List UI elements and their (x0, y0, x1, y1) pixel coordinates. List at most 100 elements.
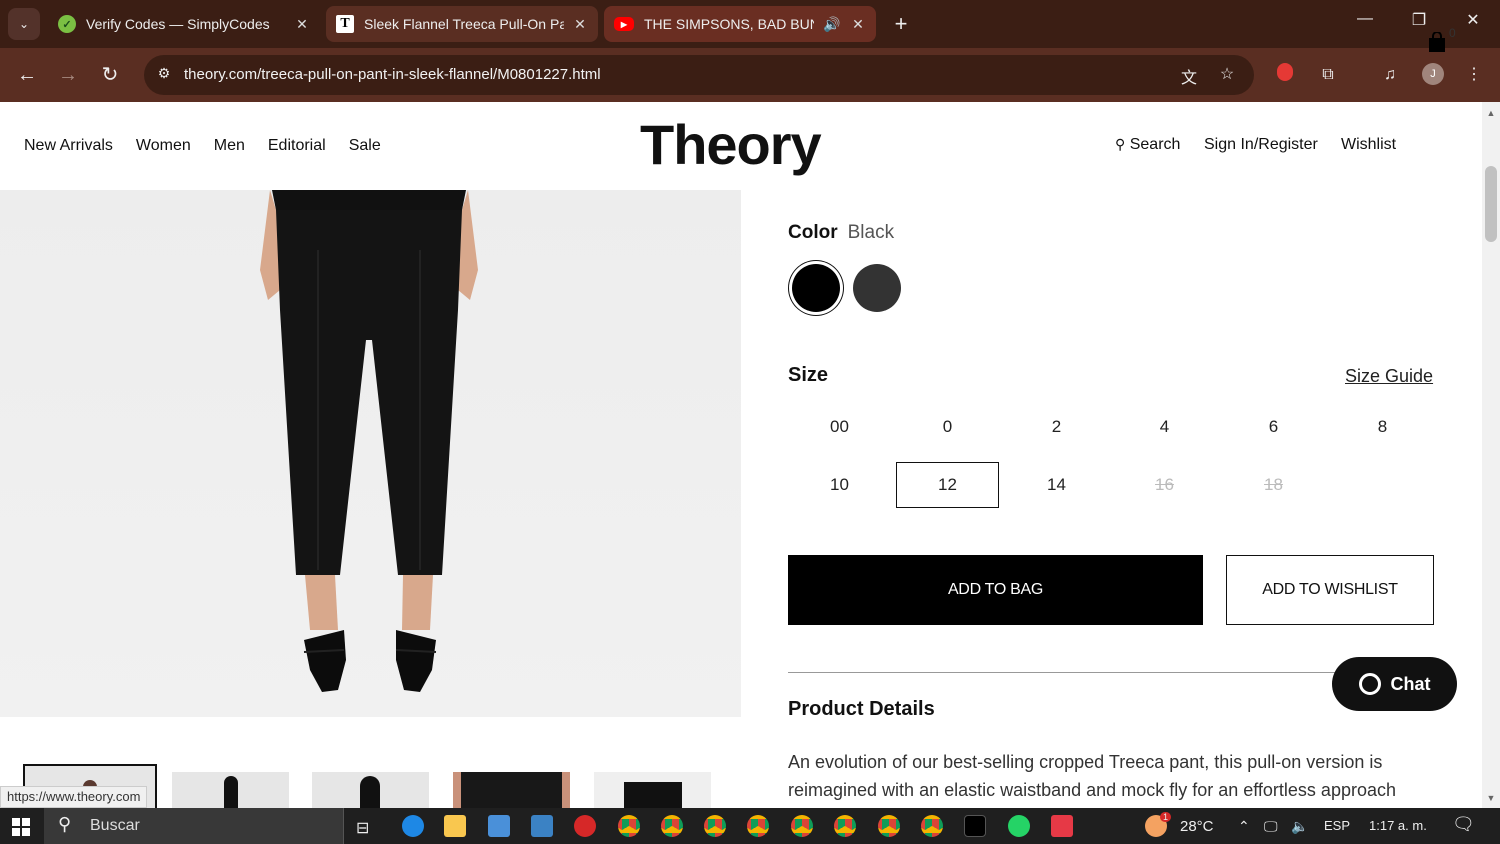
windows-start-icon[interactable] (12, 818, 30, 836)
restore-button[interactable]: ❐ (1404, 10, 1434, 30)
chrome-icon[interactable] (704, 815, 726, 837)
nav-women[interactable]: Women (136, 137, 191, 155)
scrollbar-thumb[interactable] (1485, 166, 1497, 242)
tiktok-icon[interactable] (964, 815, 986, 837)
size-option-18-unavailable[interactable]: 18 (1222, 462, 1325, 508)
thumbnail-5[interactable] (594, 772, 711, 810)
size-option-16-unavailable[interactable]: 16 (1113, 462, 1216, 508)
chat-button[interactable]: Chat (1332, 657, 1457, 711)
chrome-icon[interactable] (921, 815, 943, 837)
size-option-12-selected[interactable]: 12 (896, 462, 999, 508)
size-label: Size (788, 364, 829, 386)
chat-label: Chat (1390, 673, 1431, 694)
product-details-heading[interactable]: Product Details (788, 698, 935, 721)
close-icon[interactable]: ✕ (572, 16, 588, 33)
file-explorer-icon[interactable] (444, 815, 466, 837)
media-control-icon[interactable]: ♫ (1378, 63, 1402, 87)
back-button[interactable]: ← (14, 62, 40, 88)
speaker-icon[interactable]: 🔊 (822, 16, 842, 33)
chrome-icon[interactable] (747, 815, 769, 837)
size-option-6[interactable]: 6 (1222, 404, 1325, 450)
tab-theory[interactable]: T Sleek Flannel Treeca Pull-On Pa ✕ (326, 6, 598, 42)
thumbnail-3[interactable] (312, 772, 429, 810)
size-option-4[interactable]: 4 (1113, 404, 1216, 450)
task-view-icon[interactable]: ⊟ (356, 818, 369, 838)
whatsapp-icon[interactable] (1008, 815, 1030, 837)
edge-icon[interactable] (402, 815, 424, 837)
windows-taskbar: ⚲ Buscar ⊟ 1 28°C ⌃ 🖵 🔈 ESP 1:17 a. m. 🗨 (0, 808, 1500, 844)
taskbar-search-placeholder: Buscar (90, 817, 140, 834)
minimize-button[interactable]: — (1350, 10, 1380, 28)
extension-shield-icon[interactable] (1273, 63, 1297, 87)
model-pants-image (260, 190, 478, 692)
taskbar-search[interactable]: ⚲ Buscar (44, 808, 344, 844)
tab-title: Verify Codes — SimplyCodes (86, 16, 270, 32)
more-menu-icon[interactable]: ⋮ (1462, 63, 1486, 87)
translate-icon[interactable]: 文 (1178, 64, 1200, 87)
microsoft-store-icon[interactable] (488, 815, 510, 837)
add-to-bag-button[interactable]: ADD TO BAG (788, 555, 1203, 625)
color-label: Color (788, 222, 838, 243)
nav-new-arrivals[interactable]: New Arrivals (24, 137, 113, 155)
extensions-puzzle-icon[interactable]: ⧉ (1316, 63, 1340, 87)
forward-button[interactable]: → (55, 62, 81, 88)
notifications-icon[interactable]: 🗨 (1452, 814, 1475, 835)
bookmark-star-icon[interactable]: ☆ (1216, 64, 1238, 86)
site-logo[interactable]: Theory (640, 112, 822, 177)
product-details-text: An evolution of our best-selling cropped… (788, 752, 1396, 800)
chat-bubble-icon (1358, 673, 1381, 695)
size-option-14[interactable]: 14 (1005, 462, 1108, 508)
scroll-up-arrow-icon[interactable]: ▲ (1486, 108, 1496, 118)
size-option-8[interactable]: 8 (1331, 404, 1434, 450)
volume-icon[interactable]: 🔈 (1291, 818, 1308, 835)
mail-icon[interactable] (531, 815, 553, 837)
close-icon[interactable]: ✕ (850, 16, 866, 33)
tab-search-menu-button[interactable]: ⌄ (8, 8, 40, 40)
search-link[interactable]: ⚲ Search (1115, 136, 1180, 154)
network-icon[interactable]: 🖵 (1264, 818, 1278, 835)
new-tab-button[interactable]: + (888, 10, 914, 38)
product-main-image[interactable] (0, 190, 741, 717)
nav-editorial[interactable]: Editorial (268, 137, 326, 155)
color-selector: Color Black (788, 222, 894, 244)
scroll-down-arrow-icon[interactable]: ▼ (1486, 793, 1496, 803)
nav-sale[interactable]: Sale (349, 137, 381, 155)
language-indicator[interactable]: ESP (1324, 818, 1350, 833)
tray-chevron-up-icon[interactable]: ⌃ (1238, 818, 1250, 835)
chrome-icon[interactable] (791, 815, 813, 837)
size-option-10[interactable]: 10 (788, 462, 891, 508)
app-stack-icon[interactable] (1051, 815, 1073, 837)
profile-avatar[interactable]: J (1422, 63, 1444, 85)
wishlist-link[interactable]: Wishlist (1341, 136, 1396, 154)
size-option-2[interactable]: 2 (1005, 404, 1108, 450)
shopping-bag-icon[interactable] (1428, 32, 1446, 52)
size-guide-link[interactable]: Size Guide (1345, 366, 1433, 387)
url-text[interactable]: theory.com/treeca-pull-on-pant-in-sleek-… (184, 66, 601, 83)
close-window-button[interactable]: ✕ (1458, 10, 1488, 30)
chrome-icon[interactable] (618, 815, 640, 837)
add-to-wishlist-button[interactable]: ADD TO WISHLIST (1226, 555, 1434, 625)
chrome-icon[interactable] (661, 815, 683, 837)
size-option-0[interactable]: 0 (896, 404, 999, 450)
status-bar-url: https://www.theory.com (0, 786, 148, 808)
chrome-icon[interactable] (834, 815, 856, 837)
temperature[interactable]: 28°C (1180, 818, 1214, 835)
app-red-icon[interactable] (574, 815, 596, 837)
color-swatch-charcoal[interactable] (853, 264, 901, 312)
color-swatch-black[interactable] (792, 264, 840, 312)
tab-simplycodes[interactable]: ✓ Verify Codes — SimplyCodes ✕ (48, 6, 320, 42)
address-bar[interactable]: ⚙ theory.com/treeca-pull-on-pant-in-slee… (144, 55, 1254, 95)
browser-tabstrip: ⌄ ✓ Verify Codes — SimplyCodes ✕ T Sleek… (0, 0, 1500, 48)
nav-men[interactable]: Men (214, 137, 245, 155)
size-option-00[interactable]: 00 (788, 404, 891, 450)
close-icon[interactable]: ✕ (294, 16, 310, 33)
clock[interactable]: 1:17 a. m. (1369, 818, 1427, 833)
chrome-icon[interactable] (878, 815, 900, 837)
thumbnail-4[interactable] (453, 772, 570, 810)
site-info-icon[interactable]: ⚙ (154, 65, 174, 85)
thumbnail-2[interactable] (172, 772, 289, 810)
tab-youtube[interactable]: ▶ THE SIMPSONS, BAD BUNN 🔊 ✕ (604, 6, 876, 42)
signin-link[interactable]: Sign In/Register (1204, 136, 1318, 154)
reload-button[interactable]: ↻ (97, 62, 123, 88)
profile-initial: J (1430, 68, 1436, 80)
